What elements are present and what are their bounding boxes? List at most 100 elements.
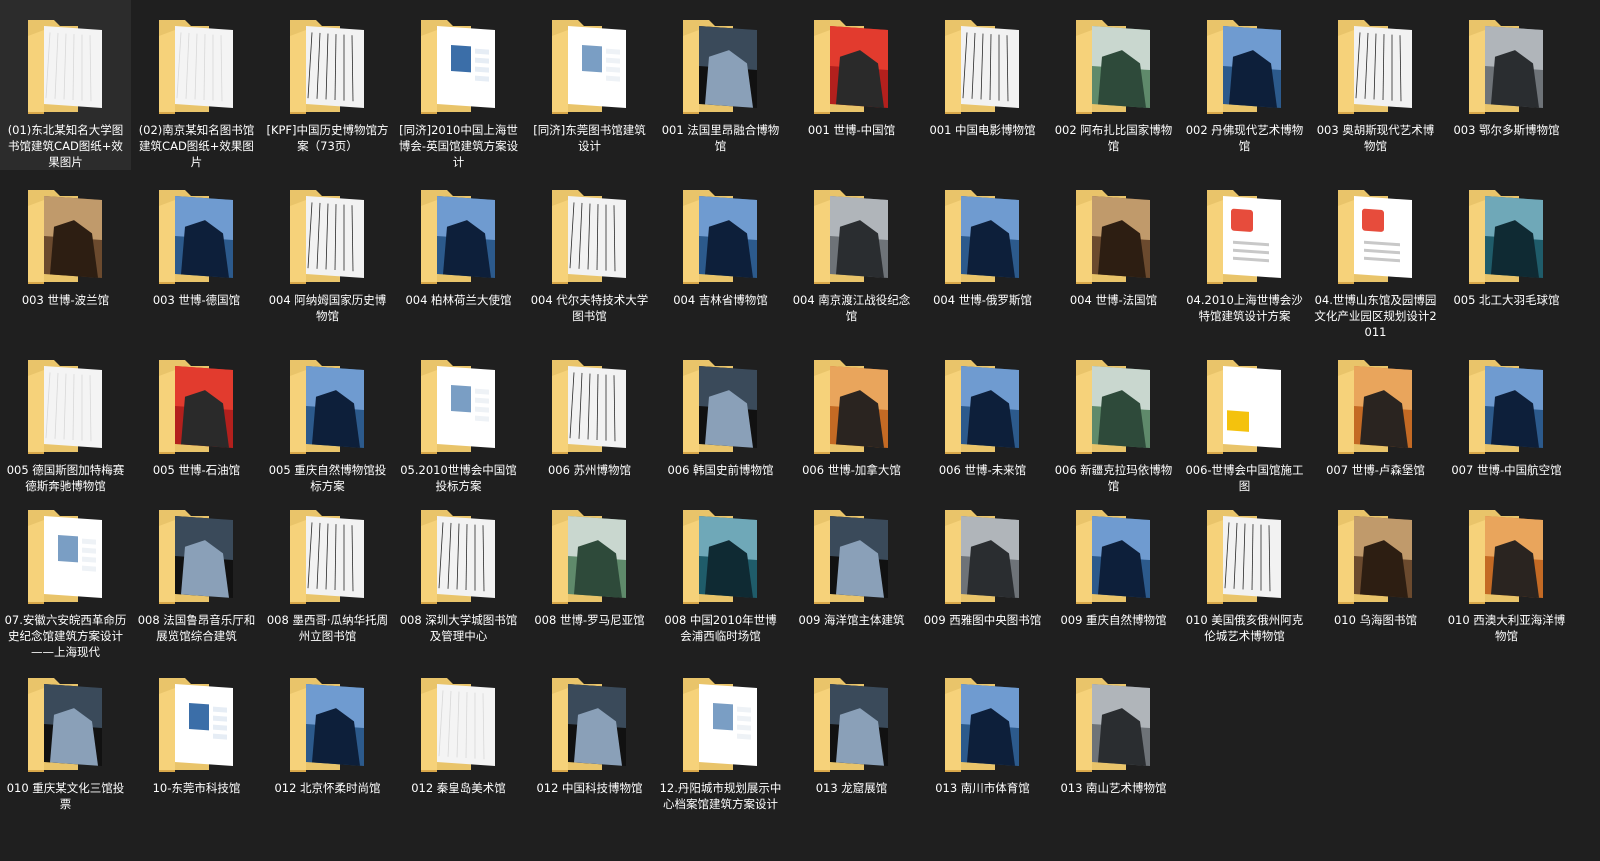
folder-item[interactable]: 007 世博-卢森堡馆 (1310, 340, 1441, 490)
folder-item[interactable]: 003 鄂尔多斯博物馆 (1441, 0, 1572, 170)
folder-icon (810, 674, 896, 774)
folder-item[interactable]: 010 美国俄亥俄州阿克伦城艺术博物馆 (1179, 490, 1310, 658)
folder-item[interactable]: 007 世博-中国航空馆 (1441, 340, 1572, 490)
folder-label: 006 世博-未来馆 (938, 463, 1027, 477)
folder-item[interactable]: 003 世博-德国馆 (131, 170, 262, 340)
folder-icon (941, 356, 1027, 456)
folder-icon (810, 186, 896, 286)
folder-icon (155, 506, 241, 606)
folder-item[interactable]: [同济]东莞图书馆建筑设计 (524, 0, 655, 170)
folder-item[interactable]: 10-东莞市科技馆 (131, 658, 262, 828)
folder-item[interactable]: [KPF]中国历史博物馆方案（73页） (262, 0, 393, 170)
folder-item[interactable]: 001 世博-中国馆 (786, 0, 917, 170)
folder-item[interactable]: 009 重庆自然博物馆 (1048, 490, 1179, 658)
folder-item[interactable]: 002 阿布扎比国家博物馆 (1048, 0, 1179, 170)
folder-icon (1334, 16, 1420, 116)
folder-icon (1072, 186, 1158, 286)
folder-item[interactable]: 010 重庆某文化三馆投票 (0, 658, 131, 828)
folder-item[interactable]: 004 阿纳姆国家历史博物馆 (262, 170, 393, 340)
folder-item[interactable]: 008 中国2010年世博会浦西临时场馆 (655, 490, 786, 658)
folder-icon (1072, 506, 1158, 606)
folder-label: 04.2010上海世博会沙特馆建筑设计方案 (1186, 293, 1303, 323)
folder-icon (417, 16, 503, 116)
folder-item[interactable]: 12.丹阳城市规划展示中心档案馆建筑方案设计 (655, 658, 786, 828)
folder-label: 013 南川市体育馆 (935, 781, 1030, 795)
folder-item[interactable]: 05.2010世博会中国馆投标方案 (393, 340, 524, 493)
folder-item[interactable]: 012 中国科技博物馆 (524, 658, 655, 828)
folder-label: 006 苏州博物馆 (547, 463, 632, 477)
folder-icon (1203, 506, 1289, 606)
folder-item[interactable]: 004 柏林荷兰大使馆 (393, 170, 524, 340)
folder-icon (24, 356, 110, 456)
folder-icon (24, 186, 110, 286)
folder-label: 004 南京渡江战役纪念馆 (792, 293, 911, 323)
folder-icon (941, 506, 1027, 606)
folder-item[interactable]: 07.安徽六安皖西革命历史纪念馆建筑方案设计——上海现代 (0, 490, 131, 659)
folder-item[interactable]: 001 法国里昂融合博物馆 (655, 0, 786, 170)
folder-item[interactable]: 004 吉林省博物馆 (655, 170, 786, 340)
folder-label: 009 西雅图中央图书馆 (923, 613, 1042, 627)
folder-icon (810, 16, 896, 116)
folder-item[interactable]: 006 新疆克拉玛依博物馆 (1048, 340, 1179, 493)
folder-label: 012 中国科技博物馆 (536, 781, 643, 795)
folder-item[interactable]: 013 南川市体育馆 (917, 658, 1048, 828)
folder-item[interactable]: 005 重庆自然博物馆投标方案 (262, 340, 393, 493)
folder-item[interactable]: 006 世博-加拿大馆 (786, 340, 917, 490)
folder-label: 001 中国电影博物馆 (929, 123, 1036, 137)
folder-label: [同济]东莞图书馆建筑设计 (533, 123, 646, 153)
folder-label: 006 韩国史前博物馆 (667, 463, 774, 477)
folder-icon (1465, 186, 1551, 286)
folder-label: [同济]2010中国上海世博会-英国馆建筑方案设计 (398, 123, 519, 169)
folder-item[interactable]: 004 世博-俄罗斯馆 (917, 170, 1048, 340)
folder-label: 005 世博-石油馆 (152, 463, 241, 477)
folder-item[interactable]: 008 墨西哥·瓜纳华托周州立图书馆 (262, 490, 393, 658)
folder-icon (548, 356, 634, 456)
folder-item[interactable]: 001 中国电影博物馆 (917, 0, 1048, 170)
folder-item[interactable]: 005 世博-石油馆 (131, 340, 262, 490)
folder-item[interactable]: 009 海洋馆主体建筑 (786, 490, 917, 658)
folder-label: 010 美国俄亥俄州阿克伦城艺术博物馆 (1185, 613, 1304, 643)
folder-item[interactable]: 009 西雅图中央图书馆 (917, 490, 1048, 658)
folder-item[interactable]: 013 南山艺术博物馆 (1048, 658, 1179, 828)
folder-label: 004 吉林省博物馆 (673, 293, 768, 307)
folder-icon (1072, 674, 1158, 774)
folder-item[interactable]: 004 代尔夫特技术大学图书馆 (524, 170, 655, 340)
folder-item[interactable]: 005 北工大羽毛球馆 (1441, 170, 1572, 340)
folder-item[interactable]: 008 世博-罗马尼亚馆 (524, 490, 655, 658)
folder-item[interactable]: 008 法国鲁昂音乐厅和展览馆综合建筑 (131, 490, 262, 658)
folder-label: (02)南京某知名图书馆建筑CAD图纸+效果图片 (138, 123, 255, 169)
folder-item[interactable]: 013 龙窟展馆 (786, 658, 917, 828)
folder-icon (417, 356, 503, 456)
folder-label: 008 中国2010年世博会浦西临时场馆 (664, 613, 777, 643)
folder-item[interactable]: 006 世博-未来馆 (917, 340, 1048, 490)
folder-item[interactable]: 04.2010上海世博会沙特馆建筑设计方案 (1179, 170, 1310, 340)
folder-item[interactable]: 006-世博会中国馆施工图 (1179, 340, 1310, 493)
folder-icon (1203, 16, 1289, 116)
file-grid: (01)东北某知名大学图书馆建筑CAD图纸+效果图片 (02)南京某知名图书馆建筑… (0, 0, 1600, 861)
folder-icon (1465, 16, 1551, 116)
folder-item[interactable]: 010 西澳大利亚海洋博物馆 (1441, 490, 1572, 658)
folder-item[interactable]: 005 德国斯图加特梅赛德斯奔驰博物馆 (0, 340, 131, 493)
folder-label: 006 世博-加拿大馆 (802, 463, 901, 477)
folder-item[interactable]: 006 苏州博物馆 (524, 340, 655, 490)
folder-item[interactable]: 003 奥胡斯现代艺术博物馆 (1310, 0, 1441, 170)
folder-item[interactable]: 012 北京怀柔时尚馆 (262, 658, 393, 828)
folder-label: 003 世博-德国馆 (152, 293, 241, 307)
folder-item[interactable]: 006 韩国史前博物馆 (655, 340, 786, 490)
folder-item[interactable]: 04.世博山东馆及园博园文化产业园区规划设计2011 (1310, 170, 1441, 340)
folder-label: 004 柏林荷兰大使馆 (405, 293, 512, 307)
folder-item[interactable]: (02)南京某知名图书馆建筑CAD图纸+效果图片 (131, 0, 262, 170)
folder-label: 002 丹佛现代艺术博物馆 (1185, 123, 1304, 153)
folder-icon (679, 506, 765, 606)
folder-item[interactable]: 004 世博-法国馆 (1048, 170, 1179, 340)
folder-item[interactable]: 003 世博-波兰馆 (0, 170, 131, 340)
folder-item[interactable]: [同济]2010中国上海世博会-英国馆建筑方案设计 (393, 0, 524, 170)
folder-item[interactable]: 002 丹佛现代艺术博物馆 (1179, 0, 1310, 170)
folder-icon (1465, 356, 1551, 456)
folder-item[interactable]: (01)东北某知名大学图书馆建筑CAD图纸+效果图片 (0, 0, 131, 170)
folder-item[interactable]: 012 秦皇岛美术馆 (393, 658, 524, 828)
folder-icon (155, 356, 241, 456)
folder-item[interactable]: 010 乌海图书馆 (1310, 490, 1441, 658)
folder-item[interactable]: 008 深圳大学城图书馆及管理中心 (393, 490, 524, 658)
folder-item[interactable]: 004 南京渡江战役纪念馆 (786, 170, 917, 340)
